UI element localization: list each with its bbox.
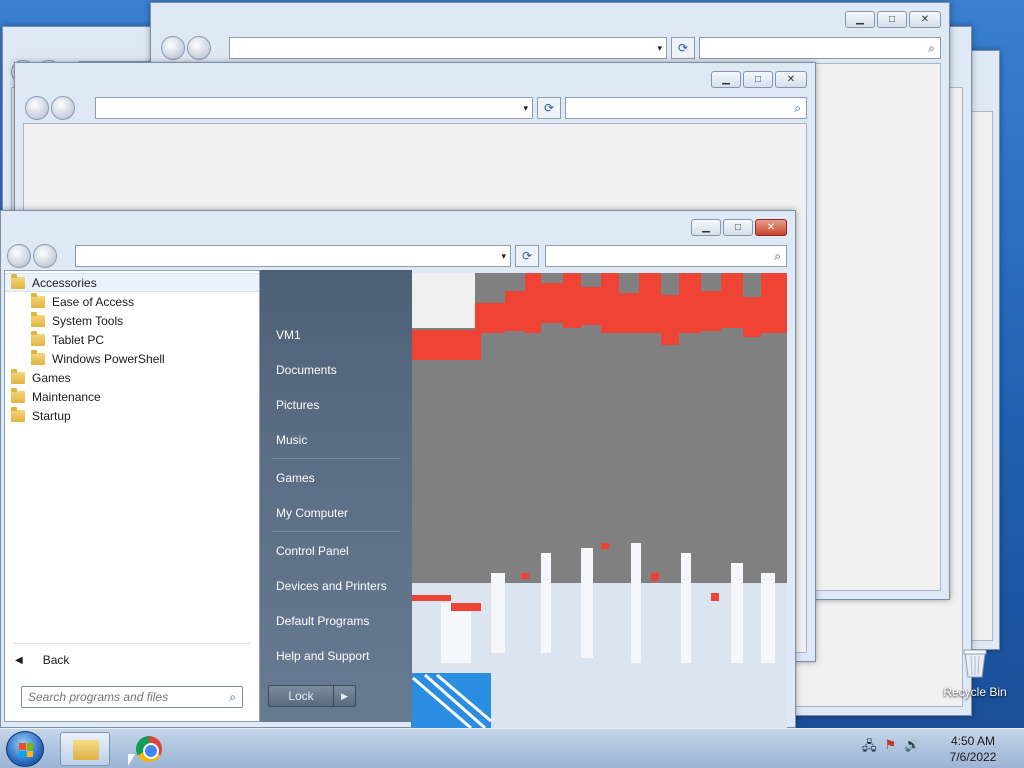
back-nav-icon[interactable] [7, 244, 31, 268]
program-folder-system-tools[interactable]: System Tools [5, 311, 259, 330]
program-label: System Tools [52, 313, 124, 328]
program-folder-ease-of-access[interactable]: Ease of Access [5, 292, 259, 311]
program-label: Windows PowerShell [52, 351, 165, 366]
forward-nav-icon[interactable] [51, 96, 75, 120]
back-arrow-icon: ◀ [15, 654, 23, 666]
program-folder-startup[interactable]: Startup [5, 406, 259, 425]
divider [272, 531, 400, 532]
back-nav-icon[interactable] [25, 96, 49, 120]
start-menu: Accessories Ease of Access System Tools … [4, 270, 412, 722]
refresh-button[interactable]: ⟳ [671, 37, 695, 59]
start-button[interactable] [6, 731, 44, 767]
network-icon[interactable]: 🖧 [862, 737, 877, 759]
program-folder-windows-powershell[interactable]: Windows PowerShell [5, 349, 259, 368]
clock[interactable]: 4:50 AM 7/6/2022 [940, 733, 1006, 765]
search-box[interactable]: ⌕ [545, 245, 787, 267]
start-link-devices-and-printers[interactable]: Devices and Printers [276, 579, 387, 593]
address-dropdown-icon[interactable]: ▾ [501, 251, 506, 262]
program-label: Ease of Access [52, 294, 135, 309]
folder-icon [11, 406, 25, 422]
search-icon: ⌕ [794, 101, 801, 115]
program-label: Games [32, 370, 71, 385]
back-nav-icon[interactable] [161, 36, 185, 60]
maximize-button[interactable]: □ [723, 219, 753, 236]
program-folder-games[interactable]: Games [5, 368, 259, 387]
back-button[interactable]: ◀ Back [15, 649, 69, 671]
folder-icon [11, 273, 25, 289]
start-link-help-and-support[interactable]: Help and Support [276, 649, 369, 663]
windows-logo-icon [19, 743, 33, 757]
address-bar[interactable]: ▾ [95, 97, 533, 119]
minimize-button[interactable]: ▁ [691, 219, 721, 236]
chrome-icon [136, 736, 162, 762]
start-link-my-computer[interactable]: My Computer [276, 506, 348, 520]
start-link-vm1[interactable]: VM1 [276, 328, 301, 342]
system-tray: 🖧 ⚑ 🔊 [862, 737, 920, 759]
address-bar[interactable]: ▾ [75, 245, 511, 267]
close-button[interactable]: ✕ [755, 219, 787, 236]
windows-explorer-icon [73, 740, 99, 760]
search-icon: ⌕ [774, 249, 781, 263]
mouse-cursor-icon [128, 754, 135, 766]
folder-icon [31, 349, 45, 365]
forward-nav-icon[interactable] [33, 244, 57, 268]
action-center-flag-icon[interactable]: ⚑ [885, 737, 897, 759]
folder-icon [31, 330, 45, 346]
refresh-button[interactable]: ⟳ [515, 245, 539, 267]
forward-nav-icon[interactable] [187, 36, 211, 60]
address-dropdown-icon[interactable]: ▾ [657, 43, 662, 54]
divider [272, 458, 400, 459]
start-menu-left-pane: Accessories Ease of Access System Tools … [4, 270, 260, 722]
search-icon: ⌕ [229, 690, 236, 704]
lock-button[interactable]: Lock [268, 685, 334, 707]
close-button[interactable]: ✕ [775, 71, 807, 88]
folder-icon [11, 368, 25, 384]
back-label: Back [42, 653, 70, 667]
program-label: Startup [32, 408, 71, 423]
program-label: Accessories [32, 275, 97, 290]
close-button[interactable]: ✕ [909, 11, 941, 28]
search-box[interactable]: ⌕ [699, 37, 941, 59]
folder-icon [11, 387, 25, 403]
maximize-button[interactable]: □ [743, 71, 773, 88]
volume-icon[interactable]: 🔊 [904, 737, 920, 759]
program-label: Maintenance [32, 389, 101, 404]
maximize-button[interactable]: □ [877, 11, 907, 28]
refresh-button[interactable]: ⟳ [537, 97, 561, 119]
address-bar[interactable]: ▾ [229, 37, 667, 59]
shutdown-options-arrow-icon[interactable]: ▶ [334, 685, 356, 707]
recycle-bin-label: Recycle Bin [943, 685, 1007, 699]
clock-time: 4:50 AM [950, 734, 996, 748]
minimize-button[interactable]: ▁ [711, 71, 741, 88]
recycle-bin-icon [963, 649, 987, 678]
program-folder-maintenance[interactable]: Maintenance [5, 387, 259, 406]
start-search-input[interactable] [22, 687, 212, 707]
start-link-games[interactable]: Games [276, 471, 315, 485]
divider [13, 643, 251, 644]
start-link-pictures[interactable]: Pictures [276, 398, 319, 412]
taskbar: 🖧 ⚑ 🔊 4:50 AM 7/6/2022 [0, 728, 1024, 768]
start-link-default-programs[interactable]: Default Programs [276, 614, 369, 628]
program-folder-accessories[interactable]: Accessories [5, 273, 259, 292]
taskbar-windows-explorer[interactable] [60, 732, 110, 766]
program-folder-tablet-pc[interactable]: Tablet PC [5, 330, 259, 349]
program-label: Tablet PC [52, 332, 105, 347]
search-icon: ⌕ [928, 41, 935, 55]
rendering-artifact-area [411, 273, 787, 728]
address-dropdown-icon[interactable]: ▾ [523, 103, 528, 114]
start-link-music[interactable]: Music [276, 433, 307, 447]
minimize-button[interactable]: ▁ [845, 11, 875, 28]
search-box[interactable]: ⌕ [565, 97, 807, 119]
all-programs-list: Accessories Ease of Access System Tools … [5, 271, 259, 425]
folder-icon [31, 292, 45, 308]
start-link-documents[interactable]: Documents [276, 363, 337, 377]
clock-date: 7/6/2022 [949, 750, 997, 764]
recycle-bin-shortcut[interactable]: Recycle Bin [940, 648, 1010, 699]
folder-icon [31, 311, 45, 327]
start-link-control-panel[interactable]: Control Panel [276, 544, 349, 558]
start-search-box[interactable]: ⌕ [21, 686, 243, 708]
start-menu-right-pane: VM1 Documents Pictures Music Games My Co… [260, 270, 412, 722]
